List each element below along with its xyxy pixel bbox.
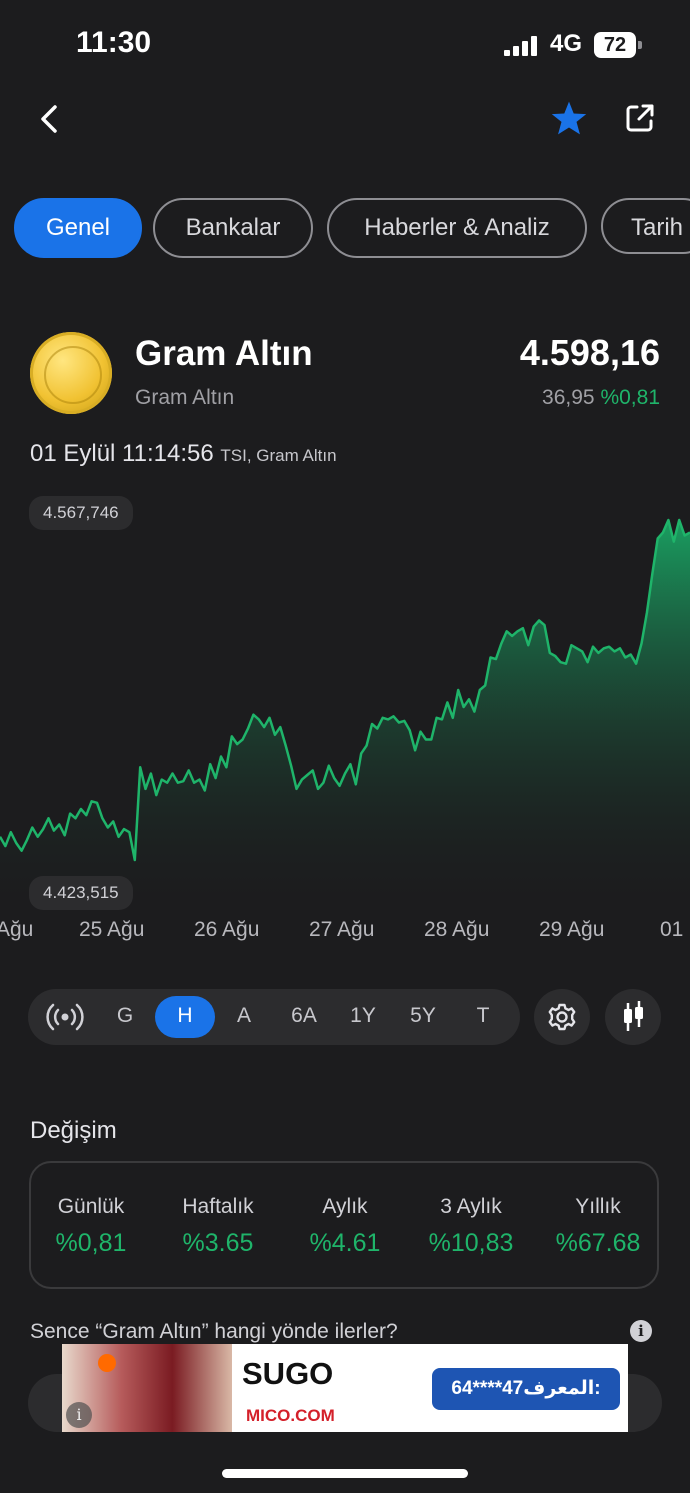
home-indicator[interactable] <box>222 1469 468 1478</box>
ad-brand: SUGO <box>242 1356 334 1391</box>
chart-type-button[interactable] <box>605 989 661 1045</box>
ad-domain: MICO.COM <box>246 1406 335 1425</box>
price-change-pct: %0,81 <box>600 386 660 409</box>
live-broadcast-icon[interactable] <box>46 1003 84 1031</box>
quote-timestamp: 01 Eylül 11:14:56 TSI, Gram Altın <box>30 440 337 468</box>
period-label: Yıllık <box>575 1195 621 1218</box>
x-tick: 25 Ağu <box>79 918 145 941</box>
info-icon[interactable]: i <box>630 1320 652 1342</box>
period-label: Günlük <box>57 1195 125 1218</box>
price-change: 36,95 %0,81 <box>542 386 660 410</box>
tab-bankalar[interactable]: Bankalar <box>153 198 313 258</box>
battery-icon: 72 <box>594 32 636 58</box>
x-tick: 26 Ağu <box>194 918 260 941</box>
range-a[interactable]: A <box>224 1004 264 1028</box>
chevron-left-icon[interactable] <box>38 104 62 134</box>
period-label: Aylık <box>322 1195 368 1218</box>
external-link-icon[interactable] <box>624 102 656 134</box>
period-value: %67.68 <box>555 1229 641 1257</box>
poll-question: Sence “Gram Altın” hangi yönde ilerler? <box>30 1320 398 1343</box>
signal-icon <box>504 36 537 56</box>
period-value: %0,81 <box>55 1229 127 1257</box>
candlestick-icon <box>624 1001 643 1031</box>
tab-genel[interactable]: Genel <box>14 198 142 258</box>
timestamp-value: 01 Eylül 11:14:56 <box>30 440 214 467</box>
range-h[interactable]: H <box>165 1004 205 1028</box>
change-card <box>29 1161 659 1289</box>
period-value: %10,83 <box>428 1229 514 1257</box>
ad-cta-button[interactable]: 64****47المعرف: <box>432 1368 620 1410</box>
period-value: %3.65 <box>182 1229 254 1257</box>
range-6a[interactable]: 6A <box>284 1004 324 1028</box>
price-change-abs: 36,95 <box>542 386 595 409</box>
ad-info-icon[interactable]: i <box>66 1402 92 1428</box>
timestamp-suffix: TSI, Gram Altın <box>220 446 337 465</box>
tab-haberler-analiz[interactable]: Haberler & Analiz <box>327 198 587 258</box>
x-tick: 29 Ağu <box>539 918 605 941</box>
x-tick: 28 Ağu <box>424 918 490 941</box>
x-tick: 01 <box>660 918 684 941</box>
instrument-title: Gram Altın <box>135 334 313 373</box>
range-5y[interactable]: 5Y <box>403 1004 443 1028</box>
range-1y[interactable]: 1Y <box>343 1004 383 1028</box>
instrument-subtitle: Gram Altın <box>135 386 235 409</box>
star-icon[interactable] <box>550 100 588 136</box>
network-type: 4G <box>550 30 583 57</box>
time-range-selector <box>28 989 520 1045</box>
x-tick: 27 Ağu <box>309 918 375 941</box>
tab-tarihi[interactable]: Tarih <box>601 198 690 254</box>
chart-min-label: 4.423,515 <box>29 876 133 910</box>
period-value: %4.61 <box>309 1229 381 1257</box>
range-t[interactable]: T <box>463 1004 503 1028</box>
status-time: 11:30 <box>76 26 152 59</box>
battery-tip <box>638 41 642 49</box>
price-area-chart[interactable] <box>0 490 690 910</box>
gear-icon <box>548 1003 576 1031</box>
x-tick: Ağu <box>0 918 34 941</box>
chart-settings-button[interactable] <box>534 989 590 1045</box>
ad-app-badge-icon <box>98 1354 116 1372</box>
chart-max-label: 4.567,746 <box>29 496 133 530</box>
chart-area-fill <box>0 520 690 910</box>
change-section-title: Değişim <box>30 1117 117 1144</box>
range-g[interactable]: G <box>105 1004 145 1028</box>
period-label: Haftalık <box>182 1195 254 1218</box>
instrument-price: 4.598,16 <box>519 332 660 373</box>
gold-coin-ring <box>44 346 102 404</box>
period-label: 3 Aylık <box>440 1195 502 1218</box>
